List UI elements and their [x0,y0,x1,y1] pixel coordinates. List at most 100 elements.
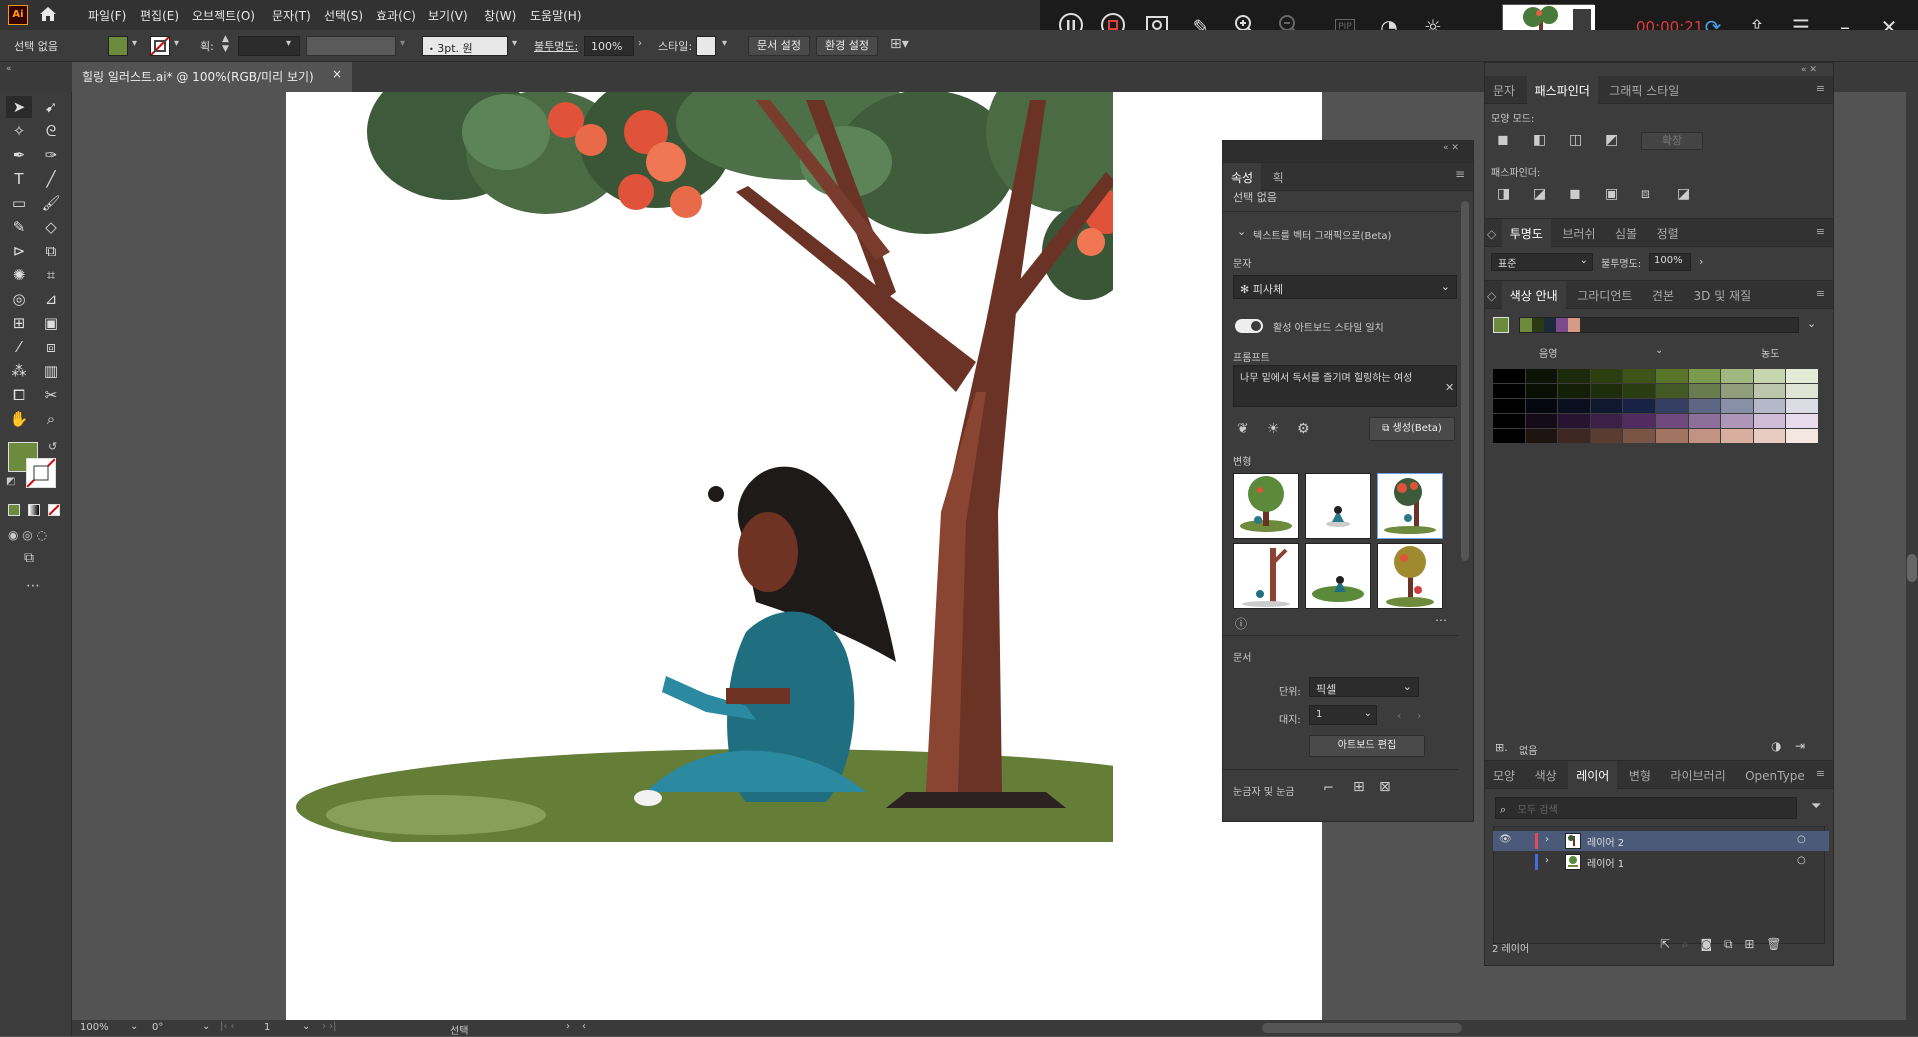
color-grid-swatch[interactable] [1623,369,1655,383]
panel-menu-icon[interactable]: ≡ [1816,225,1825,238]
filter-icon[interactable]: ⏷ [1811,799,1821,814]
color-grid-swatch[interactable] [1786,384,1818,398]
variation-thumbnail[interactable] [1233,543,1299,609]
color-mode-icon[interactable] [8,504,20,516]
first-artboard-icon[interactable]: |‹ ‹ [220,1021,235,1032]
outline-icon[interactable]: ⧈ [1641,186,1650,202]
expand-arrow-icon[interactable]: › [1545,855,1549,866]
stroke-swatch[interactable] [150,36,170,56]
tab-transform[interactable]: 변형 [1621,761,1659,790]
variation-thumbnail[interactable] [1305,473,1371,539]
fill-swatch[interactable] [108,36,128,56]
color-grid-swatch[interactable] [1688,399,1721,413]
collapse-tools-icon[interactable]: « [6,64,12,74]
generate-button[interactable]: ⧉ 생성(Beta) [1369,417,1455,441]
color-grid-swatch[interactable] [1493,414,1525,428]
base-color-swatch[interactable] [1493,317,1509,333]
hand-tool-icon[interactable]: ✋ [6,408,32,430]
locate-object-icon[interactable]: ⌕ [1682,937,1689,951]
color-grid-swatch[interactable] [1721,429,1753,443]
color-grid-swatch[interactable] [1655,399,1688,413]
menu-effect[interactable]: 효과(C) [376,7,416,24]
trim-icon[interactable]: ◪ [1533,186,1546,202]
visibility-eye-icon[interactable]: 👁 [1499,834,1512,845]
crop-icon[interactable]: ▣ [1605,186,1618,202]
gradient-mode-icon[interactable] [28,504,40,516]
color-grid-swatch[interactable] [1655,429,1688,443]
symbol-sprayer-tool-icon[interactable]: ⁂ [6,360,32,382]
color-grid-swatch[interactable] [1753,369,1786,383]
rotate-tool-icon[interactable]: ⊳ [6,240,32,262]
mesh-tool-icon[interactable]: ⊞ [6,312,32,334]
paintbrush-tool-icon[interactable]: 🖌 [38,192,64,214]
tab-transparency[interactable]: 투명도 [1501,219,1551,248]
more-tools-icon[interactable]: ⋯ [26,578,40,594]
opacity-label[interactable]: 불투명도: [534,38,578,54]
color-grid-swatch[interactable] [1655,384,1688,398]
menu-type[interactable]: 문자(T) [272,7,311,24]
previous-artboard-icon[interactable]: ‹ [1397,709,1401,722]
minus-back-icon[interactable]: ◪ [1677,186,1690,202]
variation-thumbnail[interactable] [1233,473,1299,539]
zoom-field[interactable]: 100% [80,1022,109,1033]
ruler-icon[interactable]: ⌐ [1323,781,1334,796]
menu-edit[interactable]: 편집(E) [140,7,179,24]
shape-builder-tool-icon[interactable]: ◎ [6,288,32,310]
color-grid-swatch[interactable] [1721,384,1753,398]
tab-layers[interactable]: 레이어 [1568,761,1618,790]
panel-menu-icon[interactable]: ≡ [1816,767,1825,780]
rotation-dropdown-icon[interactable]: ⌄ [202,1021,210,1032]
tab-character[interactable]: 문자 [1485,76,1523,105]
target-circle-icon[interactable]: ○ [1797,834,1806,845]
color-grid-swatch[interactable] [1493,429,1525,443]
color-grid-swatch[interactable] [1525,414,1558,428]
style-reference-icon[interactable]: ❦ [1237,421,1249,437]
new-sublayer-icon[interactable]: ⧉ [1724,937,1733,951]
color-grid-swatch[interactable] [1558,414,1590,428]
variation-thumbnail[interactable] [1377,473,1443,539]
style-dropdown-icon[interactable]: ▾ [722,38,727,49]
artboard-dropdown-icon[interactable]: ⌄ [302,1021,310,1032]
exclude-icon[interactable]: ◩ [1605,132,1618,148]
grid-icon[interactable]: ⊞ [1353,779,1365,795]
menu-window[interactable]: 창(W) [484,7,516,24]
variation-thumbnail[interactable] [1377,543,1443,609]
color-grid-swatch[interactable] [1753,399,1786,413]
screen-mode-icon[interactable]: ⧉ [24,550,34,566]
artboard-select[interactable]: 1 ⌄ [1309,705,1377,725]
color-grid-swatch[interactable] [1590,399,1623,413]
color-grid-swatch[interactable] [1493,384,1525,398]
variation-thumbnail[interactable] [1305,543,1371,609]
style-swatch[interactable] [696,36,716,56]
color-grid-swatch[interactable] [1688,369,1721,383]
color-grid-swatch[interactable] [1753,384,1786,398]
menu-help[interactable]: 도움말(H) [530,7,582,24]
direct-selection-tool-icon[interactable]: ➹ [38,96,64,118]
panel-menu-icon[interactable]: ≡ [1816,82,1825,95]
artboard-number-field[interactable]: 1 [264,1022,270,1033]
blend-tool-icon[interactable]: ⧈ [38,336,64,358]
stroke-weight-dropdown-icon[interactable]: ▾ [286,38,291,49]
selection-tool-icon[interactable]: ➤ [6,96,32,118]
harmony-swatch[interactable] [1532,318,1544,332]
prompt-input[interactable]: 나무 밑에서 독서를 즐기며 힐링하는 여성 [1233,365,1457,407]
next-artboard-icon[interactable]: › [1417,709,1421,722]
merge-icon[interactable]: ◼ [1569,186,1581,202]
menu-file[interactable]: 파일(F) [88,7,126,24]
lasso-tool-icon[interactable]: ᘓ [38,120,64,142]
layer-name[interactable]: 레이어 2 [1587,834,1624,849]
color-grid-swatch[interactable] [1753,429,1786,443]
export-layer-icon[interactable]: ⇱ [1660,937,1670,951]
color-grid-swatch[interactable] [1558,429,1590,443]
shaper-tool-icon[interactable]: ✎ [6,216,32,238]
perspective-grid-tool-icon[interactable]: ⊿ [38,288,64,310]
tab-opentype[interactable]: OpenType [1737,763,1813,789]
color-grid-swatch[interactable] [1721,369,1753,383]
stroke-stepper-icon[interactable]: ▲ ▼ [222,34,229,54]
minus-front-icon[interactable]: ◧ [1533,132,1546,148]
tab-gradient[interactable]: 그라디언트 [1569,281,1640,310]
opacity-field[interactable]: 100% [584,36,634,56]
curvature-tool-icon[interactable]: ✑ [38,144,64,166]
tab-pathfinder[interactable]: 패스파인더 [1526,76,1598,105]
brush-dropdown-icon[interactable]: ▾ [512,38,517,49]
